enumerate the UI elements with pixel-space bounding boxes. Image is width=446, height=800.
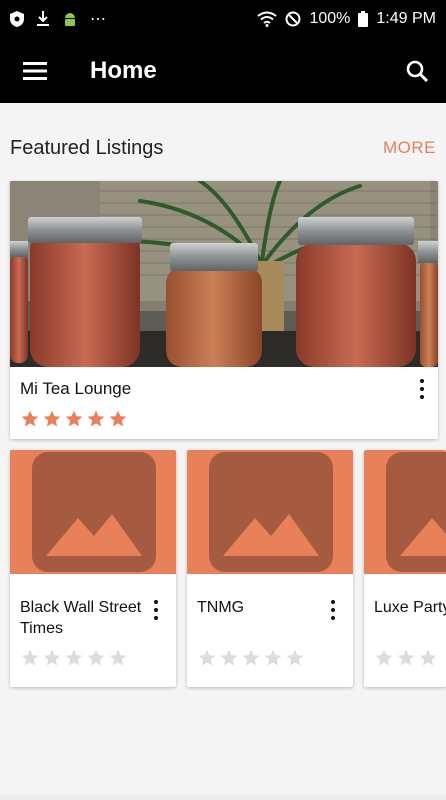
star-empty-icon [419, 649, 437, 666]
listing-title: Black Wall Street Times [20, 599, 142, 637]
star-empty-icon [286, 649, 304, 666]
image-placeholder [187, 450, 353, 574]
star-empty-icon [242, 649, 260, 666]
listing-title: Mi Tea Lounge [20, 379, 132, 398]
star-empty-icon [375, 649, 393, 666]
image-placeholder-icon [223, 514, 319, 556]
star-filled-icon [109, 410, 127, 427]
page-title: Home [90, 56, 157, 84]
app-bar: Home [0, 38, 446, 103]
rating-stars [20, 648, 128, 668]
star-filled-icon [65, 410, 83, 427]
star-empty-icon [109, 649, 127, 666]
star-empty-icon [220, 649, 238, 666]
battery-percent: 100% [309, 10, 351, 27]
star-empty-icon [264, 649, 282, 666]
star-empty-icon [21, 649, 39, 666]
section-title: Featured Listings [10, 136, 164, 159]
rating-stars [197, 648, 305, 668]
rating-stars [374, 648, 438, 668]
status-bar: ⋯ 100% 1:49 PM [0, 0, 446, 38]
status-right: 100% 1:49 PM [257, 10, 436, 28]
image-placeholder-icon [46, 514, 142, 556]
more-dots-icon: ⋯ [90, 11, 106, 28]
status-left: ⋯ [10, 9, 106, 29]
featured-section-header: Featured Listings MORE [10, 128, 436, 168]
image-placeholder-icon [400, 518, 446, 556]
wifi-icon [257, 11, 278, 27]
star-empty-icon [65, 649, 83, 666]
listing-title: Luxe Party Favors and [374, 599, 446, 616]
hamburger-menu-icon [23, 61, 47, 80]
image-placeholder [364, 450, 446, 574]
do-not-disturb-icon [285, 11, 301, 27]
download-icon [37, 11, 49, 26]
star-filled-icon [21, 410, 39, 427]
search-icon [406, 60, 428, 82]
star-empty-icon [198, 649, 216, 666]
listing-card[interactable]: Black Wall Street Times [10, 450, 176, 687]
star-empty-icon [43, 649, 61, 666]
listing-card[interactable]: Luxe Party Favors and [364, 450, 446, 687]
listing-title: TNMG [197, 599, 245, 616]
search-button[interactable] [400, 54, 434, 88]
featured-listing-card[interactable]: Mi Tea Lounge [10, 181, 438, 439]
image-placeholder [10, 450, 176, 574]
star-filled-icon [43, 410, 61, 427]
listing-options-button[interactable] [410, 372, 434, 406]
clock: 1:49 PM [376, 10, 436, 27]
more-link[interactable]: MORE [383, 138, 436, 158]
listing-options-button[interactable] [321, 593, 345, 627]
listing-card[interactable]: TNMG [187, 450, 353, 687]
rating-stars [20, 409, 128, 429]
menu-button[interactable] [0, 38, 70, 103]
android-icon [65, 13, 75, 26]
shield-icon [10, 11, 24, 27]
bottom-edge [0, 795, 446, 800]
star-empty-icon [397, 649, 415, 666]
listing-options-button[interactable] [144, 593, 168, 627]
listing-photo [10, 181, 438, 367]
battery-icon [358, 11, 369, 27]
star-empty-icon [87, 649, 105, 666]
star-filled-icon [87, 410, 105, 427]
